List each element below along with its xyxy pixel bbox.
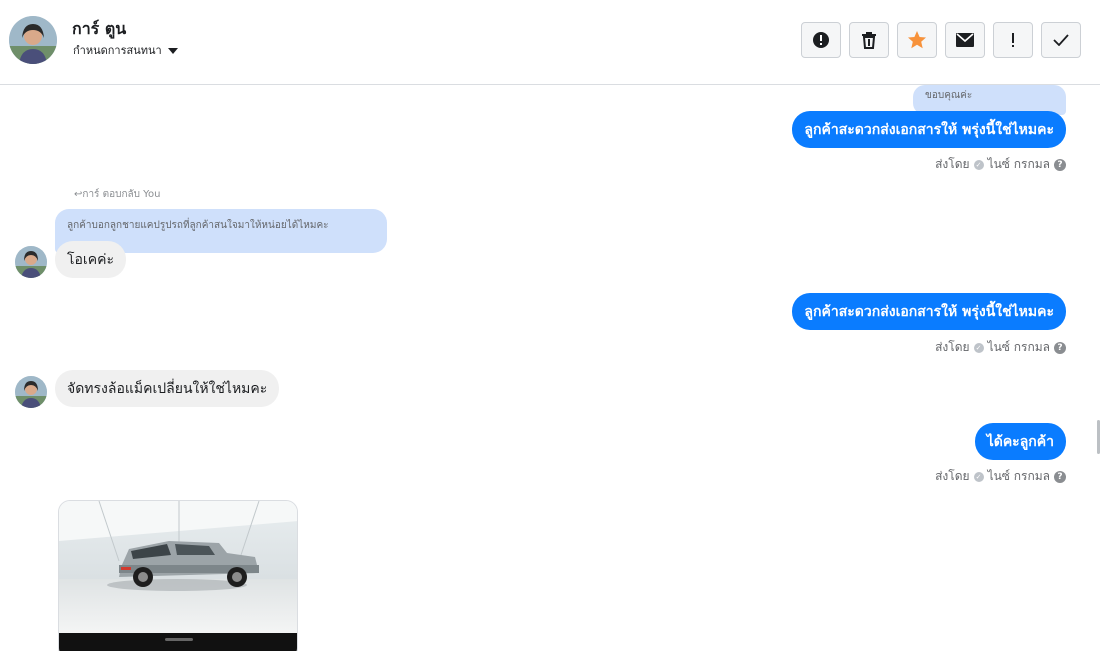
follow-up-button[interactable]	[993, 22, 1033, 58]
sent-by-name: ไนซ์ กรกมล	[987, 157, 1050, 171]
message-text: ลูกค้าสะดวกส่งเอกสารให้ พรุ่งนี้ใช่ไหมคะ	[804, 121, 1054, 138]
car-photo	[59, 501, 297, 634]
star-button[interactable]	[897, 22, 937, 58]
verified-icon: ✓	[973, 342, 984, 353]
checkmark-icon	[1053, 34, 1069, 46]
incoming-message[interactable]: จัดทรงล้อแม็คเปลี่ยนให้ใช่ไหมคะ	[55, 370, 280, 407]
message-text: ลูกค้าสะดวกส่งเอกสารให้ พรุ่งนี้ใช่ไหมคะ	[804, 303, 1054, 320]
message-text: โอเคค่ะ	[67, 251, 114, 268]
help-icon[interactable]: ?	[1054, 341, 1066, 354]
sent-by-name: ไนซ์ กรกมล	[987, 469, 1050, 483]
delete-button[interactable]	[849, 22, 889, 58]
assign-conversation-dropdown[interactable]: กำหนดการสนทนา	[73, 41, 178, 59]
assign-label: กำหนดการสนทนา	[73, 44, 162, 57]
sent-by-info: ส่งโดย ✓ ไนซ์ กรกมล ?	[935, 467, 1066, 486]
help-icon[interactable]: ?	[1054, 158, 1066, 171]
spam-button[interactable]	[801, 22, 841, 58]
attachment-footer	[59, 633, 297, 651]
sent-by-prefix: ส่งโดย	[935, 340, 970, 354]
outgoing-message[interactable]: ลูกค้าสะดวกส่งเอกสารให้ พรุ่งนี้ใช่ไหมคะ	[792, 293, 1066, 330]
star-icon	[908, 31, 926, 49]
sent-by-info: ส่งโดย ✓ ไนซ์ กรกมล ?	[935, 338, 1066, 357]
mark-unread-button[interactable]	[945, 22, 985, 58]
image-attachment[interactable]	[58, 500, 298, 651]
alert-circle-icon	[813, 32, 829, 48]
verified-icon: ✓	[973, 159, 984, 170]
conversation-toolbar	[801, 22, 1081, 58]
contact-avatar-small	[15, 246, 47, 278]
drag-handle	[165, 638, 193, 641]
message-text: ได้คะลูกค้า	[986, 433, 1054, 450]
chevron-down-icon	[167, 47, 178, 54]
exclamation-icon	[1012, 33, 1014, 47]
mark-done-button[interactable]	[1041, 22, 1081, 58]
outgoing-message[interactable]: ลูกค้าสะดวกส่งเอกสารให้ พรุ่งนี้ใช่ไหมคะ	[792, 111, 1066, 148]
contact-avatar[interactable]	[9, 16, 57, 64]
quoted-text: ขอบคุณค่ะ	[925, 90, 973, 101]
quoted-text: ลูกค้าบอกลูกชายแคปรูปรถที่ลูกค้าสนใจมาให…	[67, 220, 329, 231]
help-icon[interactable]: ?	[1054, 470, 1066, 483]
contact-name: การ์ ตูน	[72, 19, 127, 38]
message-text: จัดทรงล้อแม็คเปลี่ยนให้ใช่ไหมคะ	[67, 380, 268, 397]
contact-avatar-small	[15, 376, 47, 408]
outgoing-message[interactable]: ได้คะลูกค้า	[974, 423, 1066, 460]
sent-by-prefix: ส่งโดย	[935, 157, 970, 171]
sent-by-info: ส่งโดย ✓ ไนซ์ กรกมล ?	[935, 155, 1066, 174]
sent-by-name: ไนซ์ กรกมล	[987, 340, 1050, 354]
reply-indicator: ↩การ์ ตอบกลับ You	[74, 189, 161, 200]
message-thread[interactable]: ขอบคุณค่ะ ลูกค้าสะดวกส่งเอกสารให้ พรุ่งน…	[0, 85, 1100, 651]
trash-icon	[862, 32, 876, 49]
envelope-icon	[956, 33, 974, 47]
verified-icon: ✓	[973, 471, 984, 482]
incoming-message[interactable]: โอเคค่ะ	[55, 241, 126, 278]
conversation-header: การ์ ตูน กำหนดการสนทนา	[0, 0, 1100, 85]
sent-by-prefix: ส่งโดย	[935, 469, 970, 483]
